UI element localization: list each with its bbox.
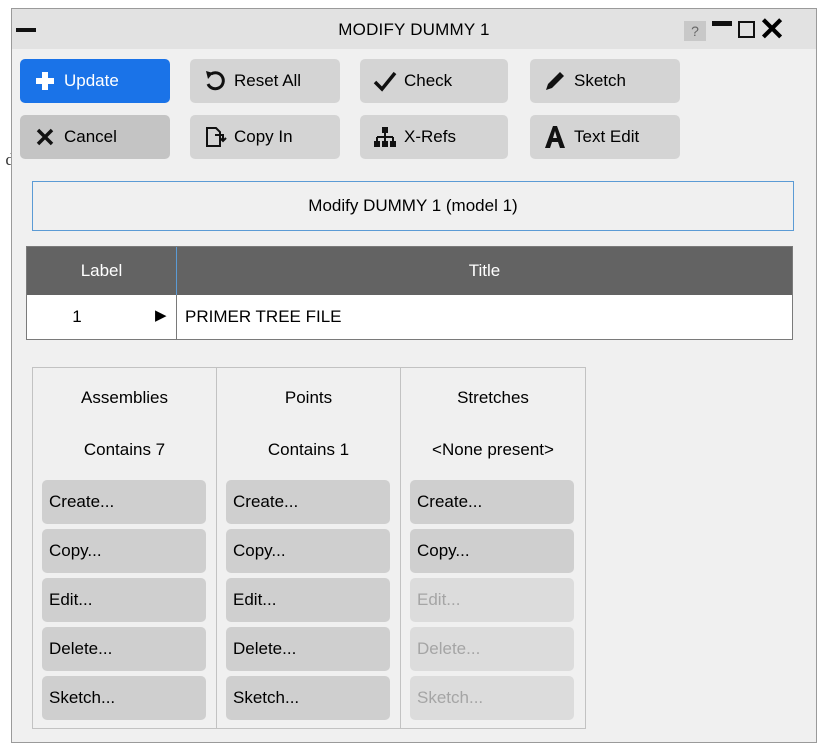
title-cell[interactable]: PRIMER TREE FILE [177,295,792,339]
copy-in-button[interactable]: Copy In [190,115,340,159]
panel-heading: Stretches [457,388,529,407]
assemblies-copy-button[interactable]: Copy... [42,529,206,573]
item-table: Label Title 1 ▶ PRIMER TREE FILE [26,246,793,340]
minimize-icon[interactable] [712,21,732,26]
stretches-delete-button: Delete... [410,627,574,671]
reset-all-button[interactable]: Reset All [190,59,340,103]
panel-contains: Contains 7 [83,440,166,459]
xrefs-label: X-Refs [404,127,456,146]
entity-panels: Assemblies Contains 7 Create... Copy... … [32,367,586,729]
update-button[interactable]: Update [20,59,170,103]
text-edit-button[interactable]: Text Edit [530,115,680,159]
table-row[interactable]: 1 ▶ PRIMER TREE FILE [27,295,792,339]
copy-document-icon [200,125,230,149]
sketch-label: Sketch [574,71,626,90]
stretches-edit-button: Edit... [410,578,574,622]
check-label: Check [404,71,453,90]
panel-contains: Contains 1 [267,440,350,459]
column-header-title[interactable]: Title [177,247,792,295]
modify-header: Modify DUMMY 1 (model 1) [32,181,794,231]
assemblies-create-button[interactable]: Create... [42,480,206,524]
modify-dummy-window: MODIFY DUMMY 1 ? ✕ Update Reset All Chec… [11,8,817,743]
pencil-icon [540,69,570,93]
plus-icon [30,71,60,91]
points-copy-button[interactable]: Copy... [226,529,390,573]
label-cell[interactable]: 1 ▶ [27,295,177,339]
stretches-create-button[interactable]: Create... [410,480,574,524]
cancel-button[interactable]: Cancel [20,115,170,159]
points-sketch-button[interactable]: Sketch... [226,676,390,720]
assemblies-delete-button[interactable]: Delete... [42,627,206,671]
panel-heading: Assemblies [81,388,168,407]
stretches-sketch-button: Sketch... [410,676,574,720]
text-edit-label: Text Edit [574,127,640,146]
points-delete-button[interactable]: Delete... [226,627,390,671]
update-label: Update [64,71,119,90]
panel-heading: Points [284,388,333,407]
column-header-label[interactable]: Label [27,247,177,295]
expand-arrow-icon[interactable]: ▶ [155,306,167,324]
check-button[interactable]: Check [360,59,508,103]
points-create-button[interactable]: Create... [226,480,390,524]
cancel-label: Cancel [64,127,117,146]
copy-in-label: Copy In [234,127,293,146]
reset-all-label: Reset All [234,71,302,90]
table-header: Label Title [27,247,792,295]
sketch-button[interactable]: Sketch [530,59,680,103]
hierarchy-icon [370,126,400,148]
close-x-icon [30,128,60,146]
title-bar[interactable]: MODIFY DUMMY 1 ? ✕ [12,9,816,49]
maximize-icon[interactable] [738,21,755,38]
xrefs-button[interactable]: X-Refs [360,115,508,159]
undo-icon [200,69,230,93]
assemblies-edit-button[interactable]: Edit... [42,578,206,622]
checkmark-icon [370,70,400,92]
stretches-copy-button[interactable]: Copy... [410,529,574,573]
stretches-panel: Stretches <None present> Create... Copy.… [401,368,585,728]
points-panel: Points Contains 1 Create... Copy... Edit… [217,368,401,728]
assemblies-sketch-button[interactable]: Sketch... [42,676,206,720]
panel-contains: <None present> [432,440,554,459]
label-value: 1 [72,307,82,326]
text-edit-icon [540,125,570,149]
points-edit-button[interactable]: Edit... [226,578,390,622]
close-icon[interactable]: ✕ [758,13,786,45]
help-button[interactable]: ? [684,21,706,41]
assemblies-panel: Assemblies Contains 7 Create... Copy... … [33,368,217,728]
